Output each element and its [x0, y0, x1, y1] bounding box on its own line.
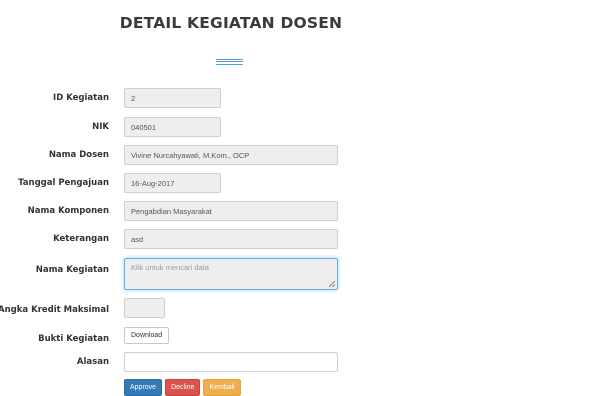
row-nama-dosen: Nama Dosen Vivine Nurcahyawati, M.Kom., …: [0, 145, 614, 165]
row-bukti-kegiatan: Bukti Kegiatan Download: [0, 327, 614, 347]
row-alasan: Alasan: [0, 352, 614, 372]
nama-dosen-label: Nama Dosen: [48, 150, 109, 160]
keterangan-label: Keterangan: [53, 234, 109, 244]
bukti-kegiatan-label: Bukti Kegiatan: [38, 334, 109, 344]
download-button[interactable]: Download: [124, 327, 170, 344]
nik-field[interactable]: 040501: [124, 117, 221, 137]
nik-label: NIK: [92, 122, 109, 132]
angka-kredit-field[interactable]: [124, 298, 165, 318]
row-angka-kredit: Angka Kredit Maksimal: [0, 298, 614, 318]
tanggal-pengajuan-label: Tanggal Pengajuan: [18, 178, 109, 188]
title-divider: [216, 59, 243, 65]
nama-kegiatan-textarea[interactable]: Klik untuk mencari data: [124, 258, 338, 290]
row-tanggal-pengajuan: Tanggal Pengajuan 16-Aug-2017: [0, 173, 614, 193]
id-kegiatan-label: ID Kegiatan: [53, 93, 109, 103]
kembali-button[interactable]: Kembali: [203, 379, 241, 396]
row-nama-kegiatan: Nama Kegiatan Klik untuk mencari data: [0, 258, 614, 290]
alasan-field[interactable]: [124, 352, 338, 372]
approve-button[interactable]: Approve: [124, 379, 163, 396]
action-buttons: Approve Decline Kembali: [124, 379, 241, 396]
row-nik: NIK 040501: [0, 117, 614, 137]
page-title: DETAIL KEGIATAN DOSEN: [119, 14, 343, 32]
id-kegiatan-field[interactable]: 2: [124, 88, 221, 108]
nama-kegiatan-placeholder: Klik untuk mencari data: [131, 263, 209, 272]
row-id-kegiatan: ID Kegiatan 2: [0, 88, 614, 108]
nama-komponen-label: Nama Komponen: [27, 206, 109, 216]
decline-button[interactable]: Decline: [165, 379, 201, 396]
row-keterangan: Keterangan asd: [0, 229, 614, 249]
resize-grip-icon[interactable]: [329, 281, 335, 287]
detail-kegiatan-page: DETAIL KEGIATAN DOSEN ID Kegiatan 2 NIK …: [0, 0, 614, 396]
alasan-label: Alasan: [76, 357, 109, 367]
angka-kredit-label: Angka Kredit Maksimal: [0, 305, 109, 315]
row-nama-komponen: Nama Komponen Pengabdian Masyarakat: [0, 201, 614, 221]
nama-komponen-field[interactable]: Pengabdian Masyarakat: [124, 201, 338, 221]
nama-dosen-field[interactable]: Vivine Nurcahyawati, M.Kom., OCP: [124, 145, 338, 165]
nama-kegiatan-label: Nama Kegiatan: [35, 265, 109, 275]
keterangan-field[interactable]: asd: [124, 229, 338, 249]
tanggal-pengajuan-field[interactable]: 16-Aug-2017: [124, 173, 221, 193]
